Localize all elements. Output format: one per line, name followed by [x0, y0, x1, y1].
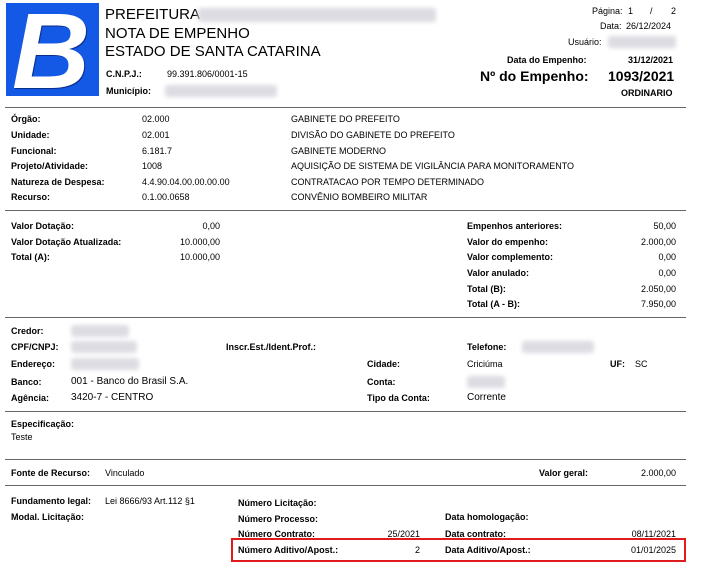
header-title-prefeitura: PREFEITURA — [105, 6, 201, 23]
unidade-code: 02.001 — [142, 130, 170, 140]
numero-empenho-label: Nº do Empenho: — [480, 68, 589, 84]
valor-geral-value: 2.000,00 — [640, 468, 676, 478]
inscricao-label: Inscr.Est./Ident.Prof.: — [226, 342, 317, 352]
numero-empenho-value: 1093/2021 — [608, 68, 675, 84]
empenhos-anteriores-label: Empenhos anteriores: — [467, 221, 563, 231]
data-label: Data: — [600, 21, 622, 31]
unidade-label: Unidade: — [11, 130, 50, 140]
total-b-value: 2.050,00 — [640, 284, 676, 294]
divider-valores — [5, 317, 686, 318]
numero-processo-label: Número Processo: — [238, 514, 319, 524]
fonte-recurso-label: Fonte de Recurso: — [11, 468, 91, 478]
data-homologacao-label: Data homologação: — [445, 512, 529, 522]
tipo-conta-value: Corrente — [467, 392, 506, 403]
projeto-label: Projeto/Atividade: — [11, 161, 89, 171]
divider-fonte — [5, 485, 686, 486]
redacted-cpf-cnpj — [71, 341, 137, 353]
usuario-label: Usuário: — [568, 37, 602, 47]
redacted-endereco — [71, 358, 139, 370]
total-a-label: Total (A): — [11, 252, 50, 262]
total-b-label: Total (B): — [467, 284, 506, 294]
credor-label: Credor: — [11, 326, 44, 336]
conta-label: Conta: — [367, 377, 396, 387]
valor-complemento-label: Valor complemento: — [467, 252, 554, 262]
divider-header — [5, 107, 686, 108]
redacted-conta — [467, 376, 505, 388]
cidade-value: Criciúma — [467, 359, 503, 369]
cidade-label: Cidade: — [367, 359, 401, 369]
data-value: 26/12/2024 — [626, 21, 672, 31]
redacted-telefone — [522, 341, 594, 353]
recurso-label: Recurso: — [11, 192, 51, 202]
total-a-value: 10.000,00 — [179, 252, 220, 262]
redacted-municipio — [165, 85, 277, 97]
natureza-desc: CONTRATACAO POR TEMPO DETERMINADO — [291, 177, 485, 187]
valor-empenho-label: Valor do empenho: — [467, 237, 549, 247]
especificacao-label: Especificação: — [11, 419, 75, 429]
empenhos-anteriores-value: 50,00 — [653, 221, 676, 231]
pagina-total: 2 — [671, 6, 677, 16]
cnpj-value: 99.391.806/0001-15 — [167, 69, 248, 79]
pagina-number: 1 — [628, 6, 634, 16]
endereco-label: Endereço: — [11, 359, 56, 369]
divider-especificacao — [5, 459, 686, 460]
data-empenho-value: 31/12/2021 — [628, 55, 674, 65]
tipo-empenho: ORDINARIO — [621, 88, 673, 98]
orgao-label: Órgão: — [11, 114, 41, 124]
funcional-desc: GABINETE MODERNO — [291, 146, 387, 156]
valor-dotacao-label: Valor Dotação: — [11, 221, 75, 231]
pagina-separator: / — [650, 6, 653, 16]
banco-value: 001 - Banco do Brasil S.A. — [71, 376, 189, 387]
fundamento-legal-value: Lei 8666/93 Art.112 §1 — [105, 496, 195, 506]
fonte-recurso-value: Vinculado — [105, 468, 145, 478]
especificacao-value: Teste — [11, 432, 33, 442]
redacted-usuario — [608, 36, 676, 48]
natureza-label: Natureza de Despesa: — [11, 177, 105, 187]
numero-licitacao-label: Número Licitação: — [238, 498, 317, 508]
tipo-conta-label: Tipo da Conta: — [367, 393, 430, 403]
divider-credor — [5, 411, 686, 412]
cpf-cnpj-label: CPF/CNPJ: — [11, 342, 59, 352]
municipio-label: Município: — [106, 86, 151, 96]
unidade-desc: DIVISÃO DO GABINETE DO PREFEITO — [291, 130, 455, 140]
funcional-label: Funcional: — [11, 146, 57, 156]
logo-letter: B — [12, 0, 90, 111]
valor-empenho-value: 2.000,00 — [640, 237, 676, 247]
valor-dotacao-atualizada-value: 10.000,00 — [179, 237, 220, 247]
modal-licitacao-label: Modal. Licitação: — [11, 512, 85, 522]
funcional-code: 6.181.7 — [142, 146, 173, 156]
valor-dotacao-value: 0,00 — [202, 221, 220, 231]
cnpj-label: C.N.P.J.: — [106, 69, 142, 79]
uf-label: UF: — [610, 359, 625, 369]
redacted-credor — [71, 325, 129, 337]
header-title-estado: ESTADO DE SANTA CATARINA — [105, 43, 321, 60]
total-a-b-value: 7.950,00 — [640, 299, 676, 309]
fundamento-legal-label: Fundamento legal: — [11, 496, 92, 506]
projeto-desc: AQUISIÇÃO DE SISTEMA DE VIGILÂNCIA PARA … — [291, 161, 575, 171]
redacted-municipality-name — [198, 8, 436, 22]
recurso-code: 0.1.00.0658 — [142, 192, 190, 202]
recurso-desc: CONVÊNIO BOMBEIRO MILITAR — [291, 192, 428, 202]
valor-geral-label: Valor geral: — [539, 468, 589, 478]
prefeitura-logo: B — [6, 0, 99, 105]
aditivo-highlight-box — [231, 538, 686, 562]
banco-label: Banco: — [11, 377, 42, 387]
valor-dotacao-atualizada-label: Valor Dotação Atualizada: — [11, 237, 122, 247]
projeto-code: 1008 — [142, 161, 163, 171]
valor-complemento-value: 0,00 — [658, 252, 676, 262]
pagina-label: Página: — [592, 6, 623, 16]
telefone-label: Telefone: — [467, 342, 507, 352]
natureza-code: 4.4.90.04.00.00.00.00 — [142, 177, 230, 187]
agencia-value: 3420-7 - CENTRO — [71, 392, 154, 403]
divider-classificacao — [5, 210, 686, 211]
valor-anulado-label: Valor anulado: — [467, 268, 530, 278]
header-title-nota: NOTA DE EMPENHO — [105, 25, 250, 42]
total-a-b-label: Total (A - B): — [467, 299, 520, 309]
orgao-desc: GABINETE DO PREFEITO — [291, 114, 400, 124]
orgao-code: 02.000 — [142, 114, 170, 124]
agencia-label: Agência: — [11, 393, 50, 403]
valor-anulado-value: 0,00 — [658, 268, 676, 278]
uf-value: SC — [635, 359, 648, 369]
data-empenho-label: Data do Empenho: — [507, 55, 587, 65]
